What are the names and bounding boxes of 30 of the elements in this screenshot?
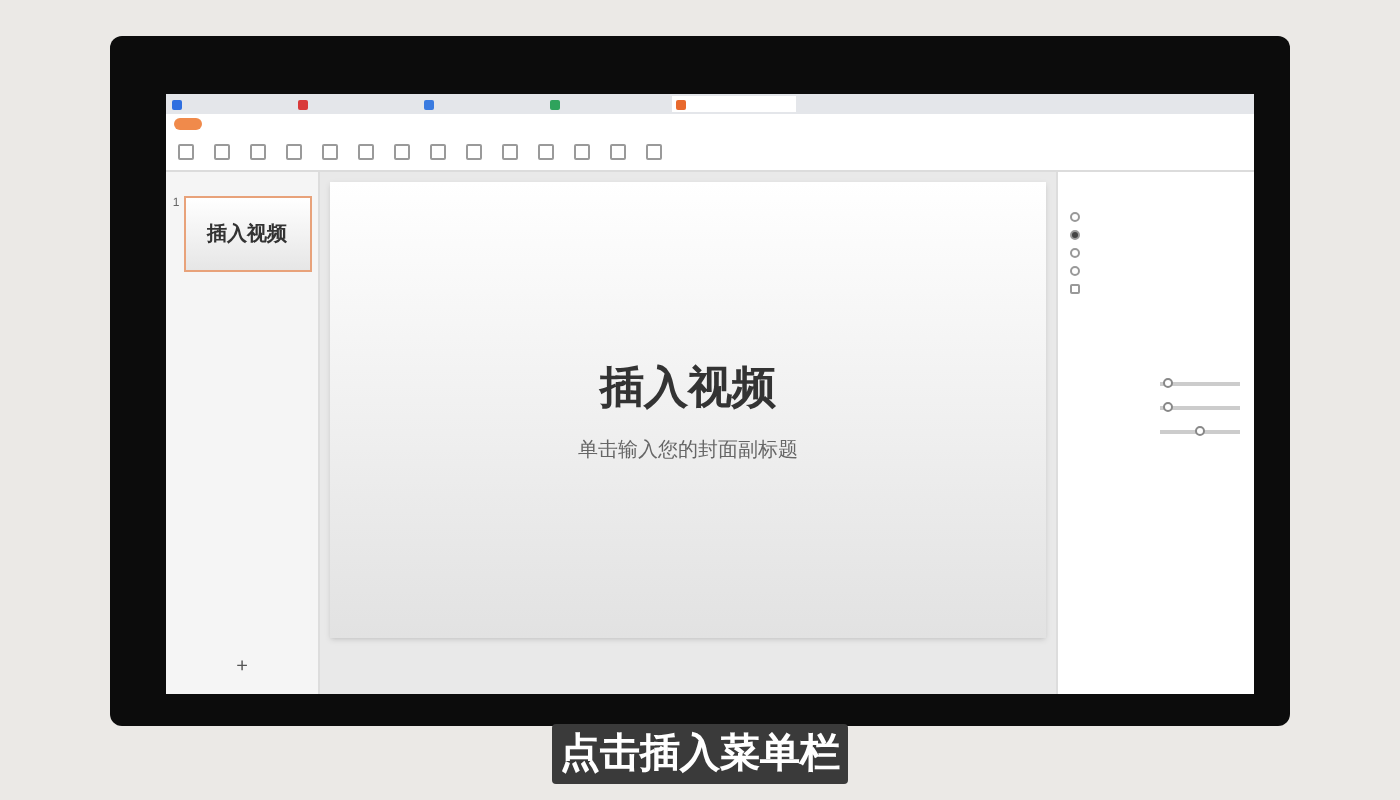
- active-menu-highlight[interactable]: [174, 117, 202, 129]
- toolbar-icon[interactable]: [394, 143, 410, 159]
- toolbar-icon[interactable]: [502, 143, 518, 159]
- toolbar-icon[interactable]: [178, 143, 194, 159]
- toolbar-icon[interactable]: [646, 143, 662, 159]
- slider-thumb[interactable]: [1163, 402, 1173, 412]
- toolbar-icon[interactable]: [286, 143, 302, 159]
- checkbox[interactable]: [1070, 284, 1080, 294]
- slide-title[interactable]: 插入视频: [600, 354, 776, 420]
- toolbar-icon[interactable]: [214, 143, 230, 159]
- radio-button[interactable]: [1070, 230, 1080, 240]
- toolbar-icon[interactable]: [250, 143, 266, 159]
- radio-button[interactable]: [1070, 248, 1080, 258]
- thumbnail-title: 插入视频: [207, 221, 288, 249]
- radio-button[interactable]: [1070, 266, 1080, 276]
- add-slide-button[interactable]: +: [236, 652, 248, 682]
- video-caption: 点击插入菜单栏: [552, 724, 848, 784]
- toolbar-icon[interactable]: [322, 143, 338, 159]
- toolbar-icon[interactable]: [430, 143, 446, 159]
- slider-thumb[interactable]: [1195, 426, 1205, 436]
- toolbar-icon[interactable]: [574, 143, 590, 159]
- toolbar-icon[interactable]: [358, 143, 374, 159]
- toolbar-icon[interactable]: [538, 143, 554, 159]
- slide-thumbnail[interactable]: 插入视频: [183, 196, 312, 272]
- slide-subtitle[interactable]: 单击输入您的封面副标题: [578, 436, 798, 466]
- document-tab[interactable]: [672, 96, 796, 112]
- toolbar-icon[interactable]: [610, 143, 626, 159]
- slider-thumb[interactable]: [1163, 378, 1173, 388]
- toolbar-icon[interactable]: [466, 143, 482, 159]
- radio-button[interactable]: [1070, 212, 1080, 222]
